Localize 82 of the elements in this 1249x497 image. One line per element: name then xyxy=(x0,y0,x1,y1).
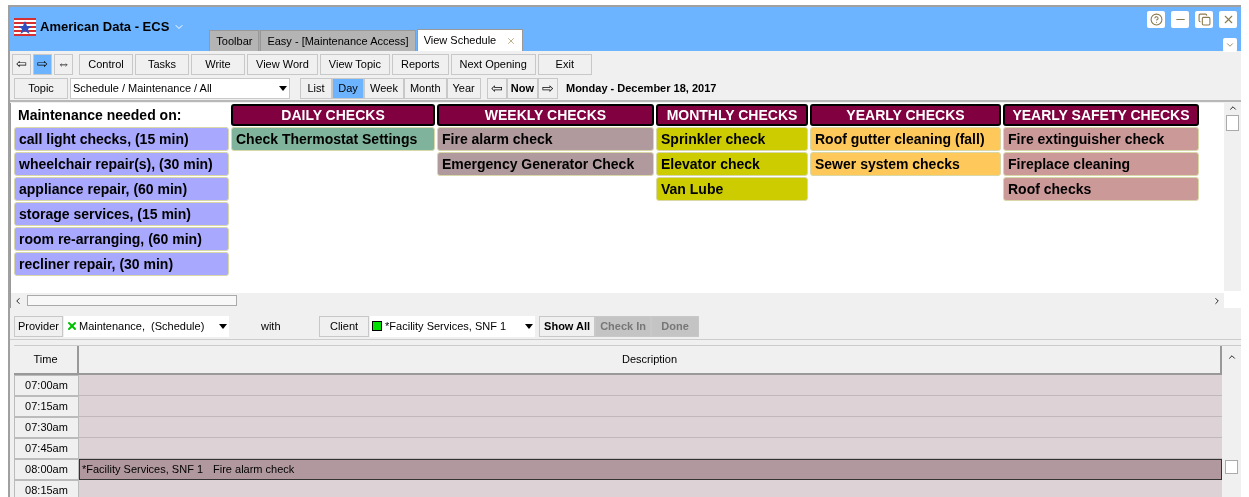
topic-label: Topic xyxy=(14,77,68,99)
toolbar-button[interactable]: Exit xyxy=(537,53,592,75)
scroll-thumb[interactable] xyxy=(27,295,237,306)
flag-logo-icon xyxy=(14,17,36,36)
vertical-scrollbar[interactable] xyxy=(1224,103,1241,291)
column-header: YEARLY CHECKS xyxy=(810,104,1001,126)
app-title: American Data - ECS xyxy=(40,18,170,36)
toolbar-button[interactable]: Write xyxy=(191,53,245,75)
toolbar-button[interactable]: Control xyxy=(79,53,133,75)
topic-dropdown[interactable]: Schedule / Maintenance / All xyxy=(70,77,290,99)
scroll-up-icon[interactable] xyxy=(1226,352,1237,362)
task-name: Fire alarm check xyxy=(213,462,295,478)
time-cell: 07:00am xyxy=(14,375,79,396)
nav-arrow-button[interactable]: ⇔ xyxy=(54,53,73,75)
next-day-button[interactable]: ⇨ xyxy=(537,77,558,99)
column-header: YEARLY SAFETY CHECKS xyxy=(1003,104,1199,126)
task-card[interactable]: Van Lube xyxy=(656,177,808,201)
time-cell: 07:45am xyxy=(14,438,79,459)
tab[interactable]: Easy - [Maintenance Access] xyxy=(260,30,416,51)
scroll-thumb[interactable] xyxy=(1226,115,1239,131)
horizontal-scrollbar[interactable] xyxy=(11,293,1224,308)
toolbar-button[interactable]: View Word xyxy=(247,53,318,75)
with-label: with xyxy=(260,318,282,334)
view-tab[interactable]: Week xyxy=(364,77,404,99)
column-header: MONTHLY CHECKS xyxy=(656,104,808,126)
task-card[interactable]: Check Thermostat Settings xyxy=(231,127,435,151)
view-tab[interactable]: Year xyxy=(446,77,481,99)
task-card[interactable]: room re-arranging, (60 min) xyxy=(14,227,229,251)
now-button[interactable]: Now xyxy=(506,77,538,99)
task-card[interactable]: Sprinkler check xyxy=(656,127,808,151)
date-label: Monday - December 18, 2017 xyxy=(565,80,717,96)
task-card[interactable]: Fire alarm check xyxy=(437,127,654,151)
scroll-right-icon[interactable] xyxy=(1212,295,1222,306)
previous-day-button[interactable]: ⇦ xyxy=(486,77,507,99)
task-card[interactable]: Sewer system checks xyxy=(810,152,1001,176)
time-cell: 08:00am xyxy=(14,459,79,480)
close-icon[interactable] xyxy=(506,35,517,46)
column-header[interactable]: Description xyxy=(79,346,1222,375)
task-card[interactable]: recliner repair, (30 min) xyxy=(14,252,229,276)
view-tab[interactable]: List xyxy=(300,77,332,99)
scroll-left-icon[interactable] xyxy=(13,295,23,306)
task-card[interactable]: Roof gutter cleaning (fall) xyxy=(810,127,1001,151)
time-cell: 07:15am xyxy=(14,396,79,417)
client-name: *Facility Services, SNF 1 xyxy=(82,462,204,478)
column-header: WEEKLY CHECKS xyxy=(437,104,654,126)
task-card[interactable]: Fire extinguisher check xyxy=(1003,127,1199,151)
task-card[interactable]: storage services, (15 min) xyxy=(14,202,229,226)
view-tab[interactable]: Month xyxy=(403,77,447,99)
task-card[interactable]: wheelchair repair(s), (30 min) xyxy=(14,152,229,176)
filter-button[interactable]: Show All xyxy=(539,315,596,337)
scroll-up-icon[interactable] xyxy=(1227,103,1238,113)
nav-arrow-button[interactable]: ⇨ xyxy=(33,53,52,75)
tab[interactable]: Toolbar xyxy=(209,30,260,51)
provider-label: Provider xyxy=(14,315,63,337)
square-icon xyxy=(372,321,383,331)
caret-down-icon[interactable] xyxy=(525,323,534,329)
view-tab[interactable]: Day xyxy=(332,77,364,99)
caret-down-icon[interactable] xyxy=(218,323,227,329)
provider-dropdown[interactable]: Maintenance, (Schedule) xyxy=(63,315,229,337)
time-cell: 08:15am xyxy=(14,480,79,497)
nav-arrow-button[interactable]: ⇦ xyxy=(12,53,31,75)
task-card[interactable]: appliance repair, (60 min) xyxy=(14,177,229,201)
client-label: Client xyxy=(318,315,370,337)
column-header: DAILY CHECKS xyxy=(231,104,435,126)
task-card[interactable]: call light checks, (15 min) xyxy=(14,127,229,151)
appointment-slot[interactable]: *Facility Services, SNF 1 Fire alarm check xyxy=(79,459,1222,480)
task-card[interactable]: Emergency Generator Check xyxy=(437,152,654,176)
board-heading: Maintenance needed on: xyxy=(17,105,183,125)
client-dropdown[interactable]: *Facility Services, SNF 1 xyxy=(370,315,536,337)
task-card[interactable]: Roof checks xyxy=(1003,177,1199,201)
scroll-thumb[interactable] xyxy=(1225,460,1238,474)
task-card[interactable]: Elevator check xyxy=(656,152,808,176)
task-card[interactable]: Fireplace cleaning xyxy=(1003,152,1199,176)
toolbar-button[interactable]: Tasks xyxy=(135,53,189,75)
column-header[interactable]: Time xyxy=(14,346,79,375)
tab[interactable]: View Schedule xyxy=(416,29,524,51)
caret-down-icon[interactable] xyxy=(279,85,287,91)
toolbar-button[interactable]: Next Opening xyxy=(450,53,536,75)
toolbar-button[interactable]: Reports xyxy=(392,53,449,75)
time-cell: 07:30am xyxy=(14,417,79,438)
cross-icon xyxy=(65,320,78,332)
toolbar-button[interactable]: View Topic xyxy=(319,53,390,75)
